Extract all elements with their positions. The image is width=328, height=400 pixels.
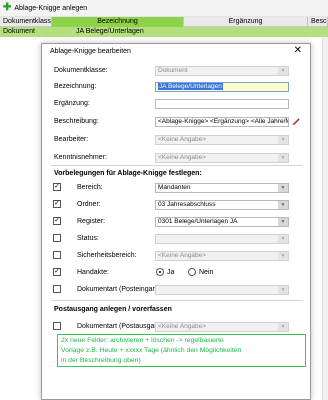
section-title-vorbelegungen: Vorbelegungen für Ablage-Knigge festlege…: [54, 170, 202, 177]
handakte-label: Handakte:: [77, 269, 109, 276]
dokumentklasse-value: Dokument: [158, 67, 188, 74]
handakte-ja-radio[interactable]: [156, 268, 164, 276]
bezeichnung-input[interactable]: JA Belege/Unterlagen: [155, 82, 289, 92]
bearbeiter-value: <Keine Angabe>: [158, 136, 207, 143]
chevron-down-icon: ▼: [278, 218, 288, 226]
note-line-1: 2x neue Felder: archivieren + löschen ->…: [61, 337, 224, 344]
annotation-note: 2x neue Felder: archivieren + löschen ->…: [57, 334, 306, 367]
register-value: 0301 Belege/Unterlagen JA: [158, 218, 238, 225]
chevron-down-icon: ▼: [278, 252, 288, 260]
cell-beschreibung: [308, 27, 328, 37]
status-label: Status:: [77, 235, 99, 242]
bereich-select[interactable]: Mandanten ▼: [155, 183, 289, 193]
register-select[interactable]: 0301 Belege/Unterlagen JA ▼: [155, 217, 289, 227]
bezeichnung-label: Bezeichnung:: [54, 83, 97, 90]
divider: [51, 300, 303, 301]
grid-header: Dokumentklasse Bezeichnung Ergänzung Bes…: [0, 17, 328, 27]
chevron-down-icon: ▼: [278, 286, 288, 294]
ergaenzung-input[interactable]: [155, 99, 289, 109]
divider: [51, 165, 303, 166]
dokumentart-postausgang-value: <Keine Angabe>: [158, 323, 207, 330]
chevron-down-icon: ▼: [278, 323, 288, 331]
cell-bezeichnung: JA Belege/Unterlagen: [76, 28, 144, 35]
chevron-down-icon: ▼: [278, 201, 288, 209]
bearbeiter-label: Bearbeiter:: [54, 136, 89, 143]
chevron-down-icon: ▼: [278, 235, 288, 243]
dokumentart-posteingang-checkbox[interactable]: [53, 285, 61, 293]
chevron-down-icon: ▼: [278, 184, 288, 192]
dokumentart-postausgang-select[interactable]: <Keine Angabe> ▼: [155, 322, 289, 332]
beschreibung-input[interactable]: <Ablage-Knigge> <Ergänzung> <Alle Jahre/…: [155, 117, 289, 127]
cell-dokumentklasse: Dokument: [3, 28, 35, 35]
table-row[interactable]: Dokument JA Belege/Unterlagen: [0, 27, 328, 37]
dokumentart-postausgang-checkbox[interactable]: [53, 322, 61, 330]
plus-icon: ✚: [3, 2, 12, 13]
register-checkbox[interactable]: ✓: [53, 217, 61, 225]
ordner-label: Ordner:: [77, 201, 101, 208]
kenntnisnehmer-value: <Keine Angabe>: [158, 154, 207, 161]
sicherheitsbereich-select[interactable]: <Keine Angabe> ▼: [155, 251, 289, 261]
ordner-value: 03 Jahresabschluss: [158, 201, 216, 208]
status-select[interactable]: ▼: [155, 234, 289, 244]
note-line-2: Vorlage z.B. Heute + xxxxx Tage (ähnlich…: [61, 347, 242, 354]
column-header-ergaenzung[interactable]: Ergänzung: [184, 17, 308, 27]
sicherheitsbereich-checkbox[interactable]: [53, 251, 61, 259]
ergaenzung-label: Ergänzung:: [54, 100, 90, 107]
column-header-bezeichnung[interactable]: Bezeichnung: [52, 17, 184, 27]
section-title-postausgang: Postausgang anlegen / vorerfassen: [54, 306, 172, 313]
sicherheitsbereich-value: <Keine Angabe>: [158, 252, 207, 259]
ordner-select[interactable]: 03 Jahresabschluss ▼: [155, 200, 289, 210]
toolbar: ✚ Ablage-Knigge anlegen: [0, 0, 328, 17]
ordner-checkbox[interactable]: ✓: [53, 200, 61, 208]
column-header-dokumentklasse[interactable]: Dokumentklasse: [0, 17, 52, 27]
status-checkbox[interactable]: [53, 234, 61, 242]
chevron-down-icon: ▼: [278, 136, 288, 144]
bereich-label: Bereich:: [77, 184, 103, 191]
dokumentklasse-label: Dokumentklasse:: [54, 67, 108, 74]
cell-ergaenzung: [184, 27, 308, 37]
kenntnisnehmer-select[interactable]: <Keine Angabe> ▼: [155, 153, 289, 163]
column-header-beschreibung[interactable]: Beschr: [308, 17, 328, 27]
add-ablage-knigge-button[interactable]: Ablage-Knigge anlegen: [14, 5, 87, 12]
chevron-down-icon: ▼: [278, 67, 288, 75]
dokumentart-postausgang-label: Dokumentart (Postausgang):: [77, 323, 167, 330]
dialog-title: Ablage-Knigge bearbeiten: [50, 48, 131, 55]
beschreibung-label: Beschreibung:: [54, 118, 99, 125]
close-icon[interactable]: ✕: [294, 46, 302, 56]
register-label: Register:: [77, 218, 106, 225]
kenntnisnehmer-label: Kenntnisnehmer:: [54, 154, 107, 161]
vertical-scrollbar[interactable]: [322, 37, 328, 400]
dokumentart-posteingang-label: Dokumentart (Posteingang):: [77, 286, 165, 293]
chevron-down-icon: ▼: [278, 154, 288, 162]
pencil-icon[interactable]: [290, 117, 301, 127]
bereich-value: Mandanten: [158, 184, 191, 191]
handakte-checkbox[interactable]: ✓: [53, 268, 61, 276]
note-line-3: in der Beschreibung oben): [61, 357, 141, 364]
handakte-ja-label: Ja: [167, 269, 175, 276]
bearbeiter-select[interactable]: <Keine Angabe> ▼: [155, 135, 289, 145]
bereich-checkbox[interactable]: ✓: [53, 183, 61, 191]
handakte-nein-radio[interactable]: [188, 268, 196, 276]
handakte-nein-label: Nein: [199, 269, 214, 276]
dokumentklasse-select: Dokument ▼: [155, 66, 289, 76]
dokumentart-posteingang-select[interactable]: ▼: [155, 285, 289, 295]
sicherheitsbereich-label: Sicherheitsbereich:: [77, 252, 137, 259]
bezeichnung-value: JA Belege/Unterlagen: [158, 83, 223, 90]
